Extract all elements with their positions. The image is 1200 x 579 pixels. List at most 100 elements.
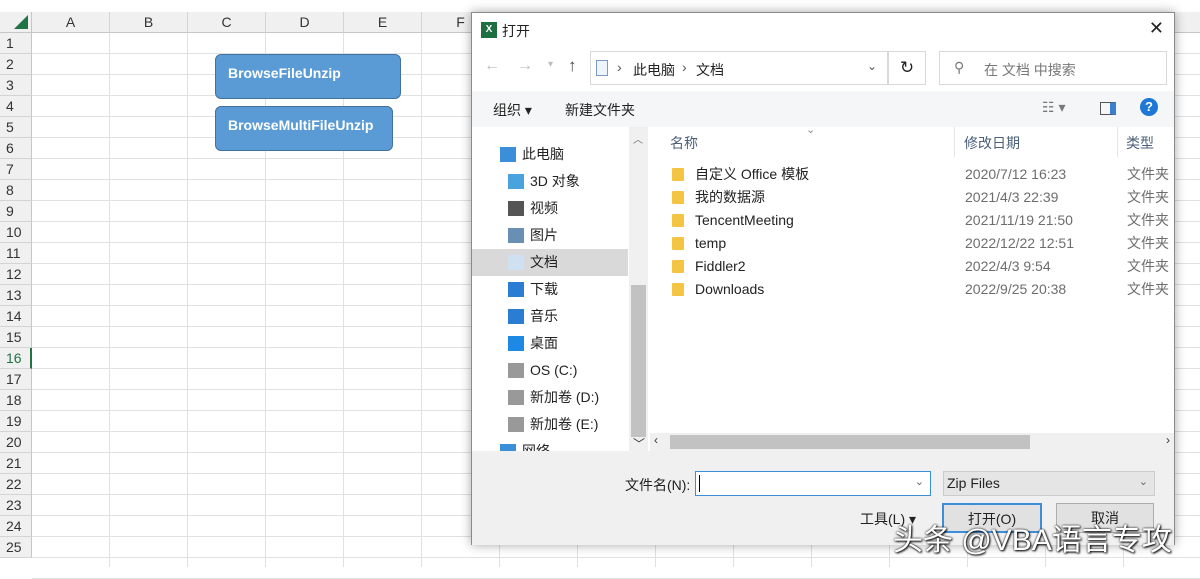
row-header-10[interactable]: 10 [0, 222, 32, 243]
column-type[interactable]: 类型 [1126, 133, 1154, 153]
row-header-20[interactable]: 20 [0, 432, 32, 453]
row-header-24[interactable]: 24 [0, 516, 32, 537]
folder-icon [672, 191, 684, 204]
video-icon [508, 201, 524, 216]
row-header-15[interactable]: 15 [0, 327, 32, 348]
watermark: 头条 @VBA语言专攻 [893, 524, 1172, 557]
help-icon[interactable]: ? [1140, 98, 1158, 116]
search-icon: ⚲ [954, 59, 965, 75]
row-header-16[interactable]: 16 [0, 348, 32, 369]
row-header-14[interactable]: 14 [0, 306, 32, 327]
drive-icon [508, 363, 524, 378]
view-options-icon[interactable]: ☷ ▾ [1042, 99, 1065, 116]
nav-item[interactable]: 此电脑 [472, 141, 628, 168]
row-header-12[interactable]: 12 [0, 264, 32, 285]
row-header-17[interactable]: 17 [0, 369, 32, 390]
file-list-horizontal-scrollbar[interactable]: ‹ › [650, 433, 1174, 451]
row-header-4[interactable]: 4 [0, 96, 32, 117]
address-bar[interactable]: › 此电脑 › 文档 ⌄ [590, 51, 888, 85]
refresh-button[interactable]: ↻ [888, 51, 926, 85]
drive-icon [508, 417, 524, 432]
row-header-2[interactable]: 2 [0, 54, 32, 75]
browse-file-unzip-button[interactable]: BrowseFileUnzip [215, 54, 401, 99]
back-button[interactable]: ← [484, 57, 500, 75]
music-icon [508, 309, 524, 324]
row-header-6[interactable]: 6 [0, 138, 32, 159]
row-header-7[interactable]: 7 [0, 159, 32, 180]
nav-item[interactable]: 文档 [472, 249, 628, 276]
folder-icon [672, 283, 684, 296]
file-row[interactable]: 我的数据源 2021/4/3 22:39 文件夹 [650, 186, 1170, 209]
sort-indicator-icon: ⌄ [806, 124, 816, 136]
search-box[interactable]: ⚲ 在 文档 中搜索 [939, 51, 1167, 85]
row-header-5[interactable]: 5 [0, 117, 32, 138]
nav-item[interactable]: 3D 对象 [472, 168, 628, 195]
column-header-A[interactable]: A [32, 12, 110, 33]
download-icon [508, 282, 524, 297]
cube-icon [508, 174, 524, 189]
row-header-13[interactable]: 13 [0, 285, 32, 306]
nav-item[interactable]: OS (C:) [472, 357, 628, 384]
excel-icon: X [481, 22, 497, 38]
row-header-3[interactable]: 3 [0, 75, 32, 96]
filename-input[interactable]: ⌄ [695, 471, 931, 496]
column-date[interactable]: 修改日期 [964, 133, 1020, 153]
breadcrumb-documents[interactable]: 文档 [696, 60, 724, 80]
search-placeholder: 在 文档 中搜索 [984, 62, 1076, 78]
browse-multi-file-unzip-button[interactable]: BrowseMultiFileUnzip [215, 106, 393, 151]
nav-item[interactable]: 新加卷 (E:) [472, 411, 628, 438]
breadcrumb-this-pc[interactable]: 此电脑 [633, 60, 675, 80]
nav-item[interactable]: 新加卷 (D:) [472, 384, 628, 411]
row-header-18[interactable]: 18 [0, 390, 32, 411]
row-header-22[interactable]: 22 [0, 474, 32, 495]
folder-icon [672, 260, 684, 273]
row-header-11[interactable]: 11 [0, 243, 32, 264]
nav-scrollbar[interactable]: ︿ ﹀ [629, 127, 648, 451]
document-icon [596, 60, 608, 76]
file-row[interactable]: temp 2022/12/22 12:51 文件夹 [650, 232, 1170, 255]
nav-item[interactable]: 音乐 [472, 303, 628, 330]
folder-icon [672, 237, 684, 250]
filename-label: 文件名(N): [625, 477, 691, 493]
row-header-19[interactable]: 19 [0, 411, 32, 432]
navigation-pane: 此电脑 3D 对象 视频 图片 文档 下载 音乐 桌面 OS (C:) 新加卷 … [472, 127, 648, 451]
column-header-E[interactable]: E [344, 12, 422, 33]
row-header-8[interactable]: 8 [0, 180, 32, 201]
nav-item[interactable]: 下载 [472, 276, 628, 303]
folder-icon [672, 214, 684, 227]
chevron-down-icon[interactable]: ⌄ [867, 59, 877, 73]
row-header-1[interactable]: 1 [0, 33, 32, 54]
nav-item[interactable]: 图片 [472, 222, 628, 249]
file-type-select[interactable]: Zip Files ⌄ [943, 471, 1155, 496]
organize-menu[interactable]: 组织 ▾ [493, 100, 532, 120]
forward-button[interactable]: → [517, 57, 533, 75]
nav-item[interactable]: 桌面 [472, 330, 628, 357]
new-folder-button[interactable]: 新建文件夹 [565, 100, 635, 120]
row-header-23[interactable]: 23 [0, 495, 32, 516]
row-header-9[interactable]: 9 [0, 201, 32, 222]
preview-pane-icon[interactable] [1100, 102, 1116, 115]
recent-dropdown[interactable]: ▾ [548, 59, 553, 70]
file-row[interactable]: Fiddler2 2022/4/3 9:54 文件夹 [650, 255, 1170, 278]
column-header-B[interactable]: B [110, 12, 188, 33]
nav-item[interactable]: 视频 [472, 195, 628, 222]
drive-icon [508, 390, 524, 405]
row-header-25[interactable]: 25 [0, 537, 32, 558]
column-name[interactable]: 名称 [670, 133, 698, 153]
select-all-button[interactable] [0, 12, 32, 33]
close-button[interactable]: ✕ [1149, 18, 1164, 39]
document-icon [508, 255, 524, 270]
file-row[interactable]: 自定义 Office 模板 2020/7/12 16:23 文件夹 [650, 163, 1170, 186]
file-list-header: 名称 ⌄ 修改日期 类型 [648, 124, 1174, 157]
nav-item[interactable]: 网络 [472, 438, 628, 451]
column-header-D[interactable]: D [266, 12, 344, 33]
up-button[interactable]: ↑ [568, 56, 577, 76]
open-file-dialog: X 打开 ✕ ← → ▾ ↑ › 此电脑 › 文档 ⌄ ↻ ⚲ 在 文档 中搜索… [471, 12, 1175, 545]
column-header-C[interactable]: C [188, 12, 266, 33]
network-icon [500, 444, 516, 451]
file-row[interactable]: TencentMeeting 2021/11/19 21:50 文件夹 [650, 209, 1170, 232]
dialog-title: 打开 [502, 23, 530, 39]
chevron-down-icon[interactable]: ⌄ [915, 475, 924, 488]
file-row[interactable]: Downloads 2022/9/25 20:38 文件夹 [650, 278, 1170, 301]
row-header-21[interactable]: 21 [0, 453, 32, 474]
